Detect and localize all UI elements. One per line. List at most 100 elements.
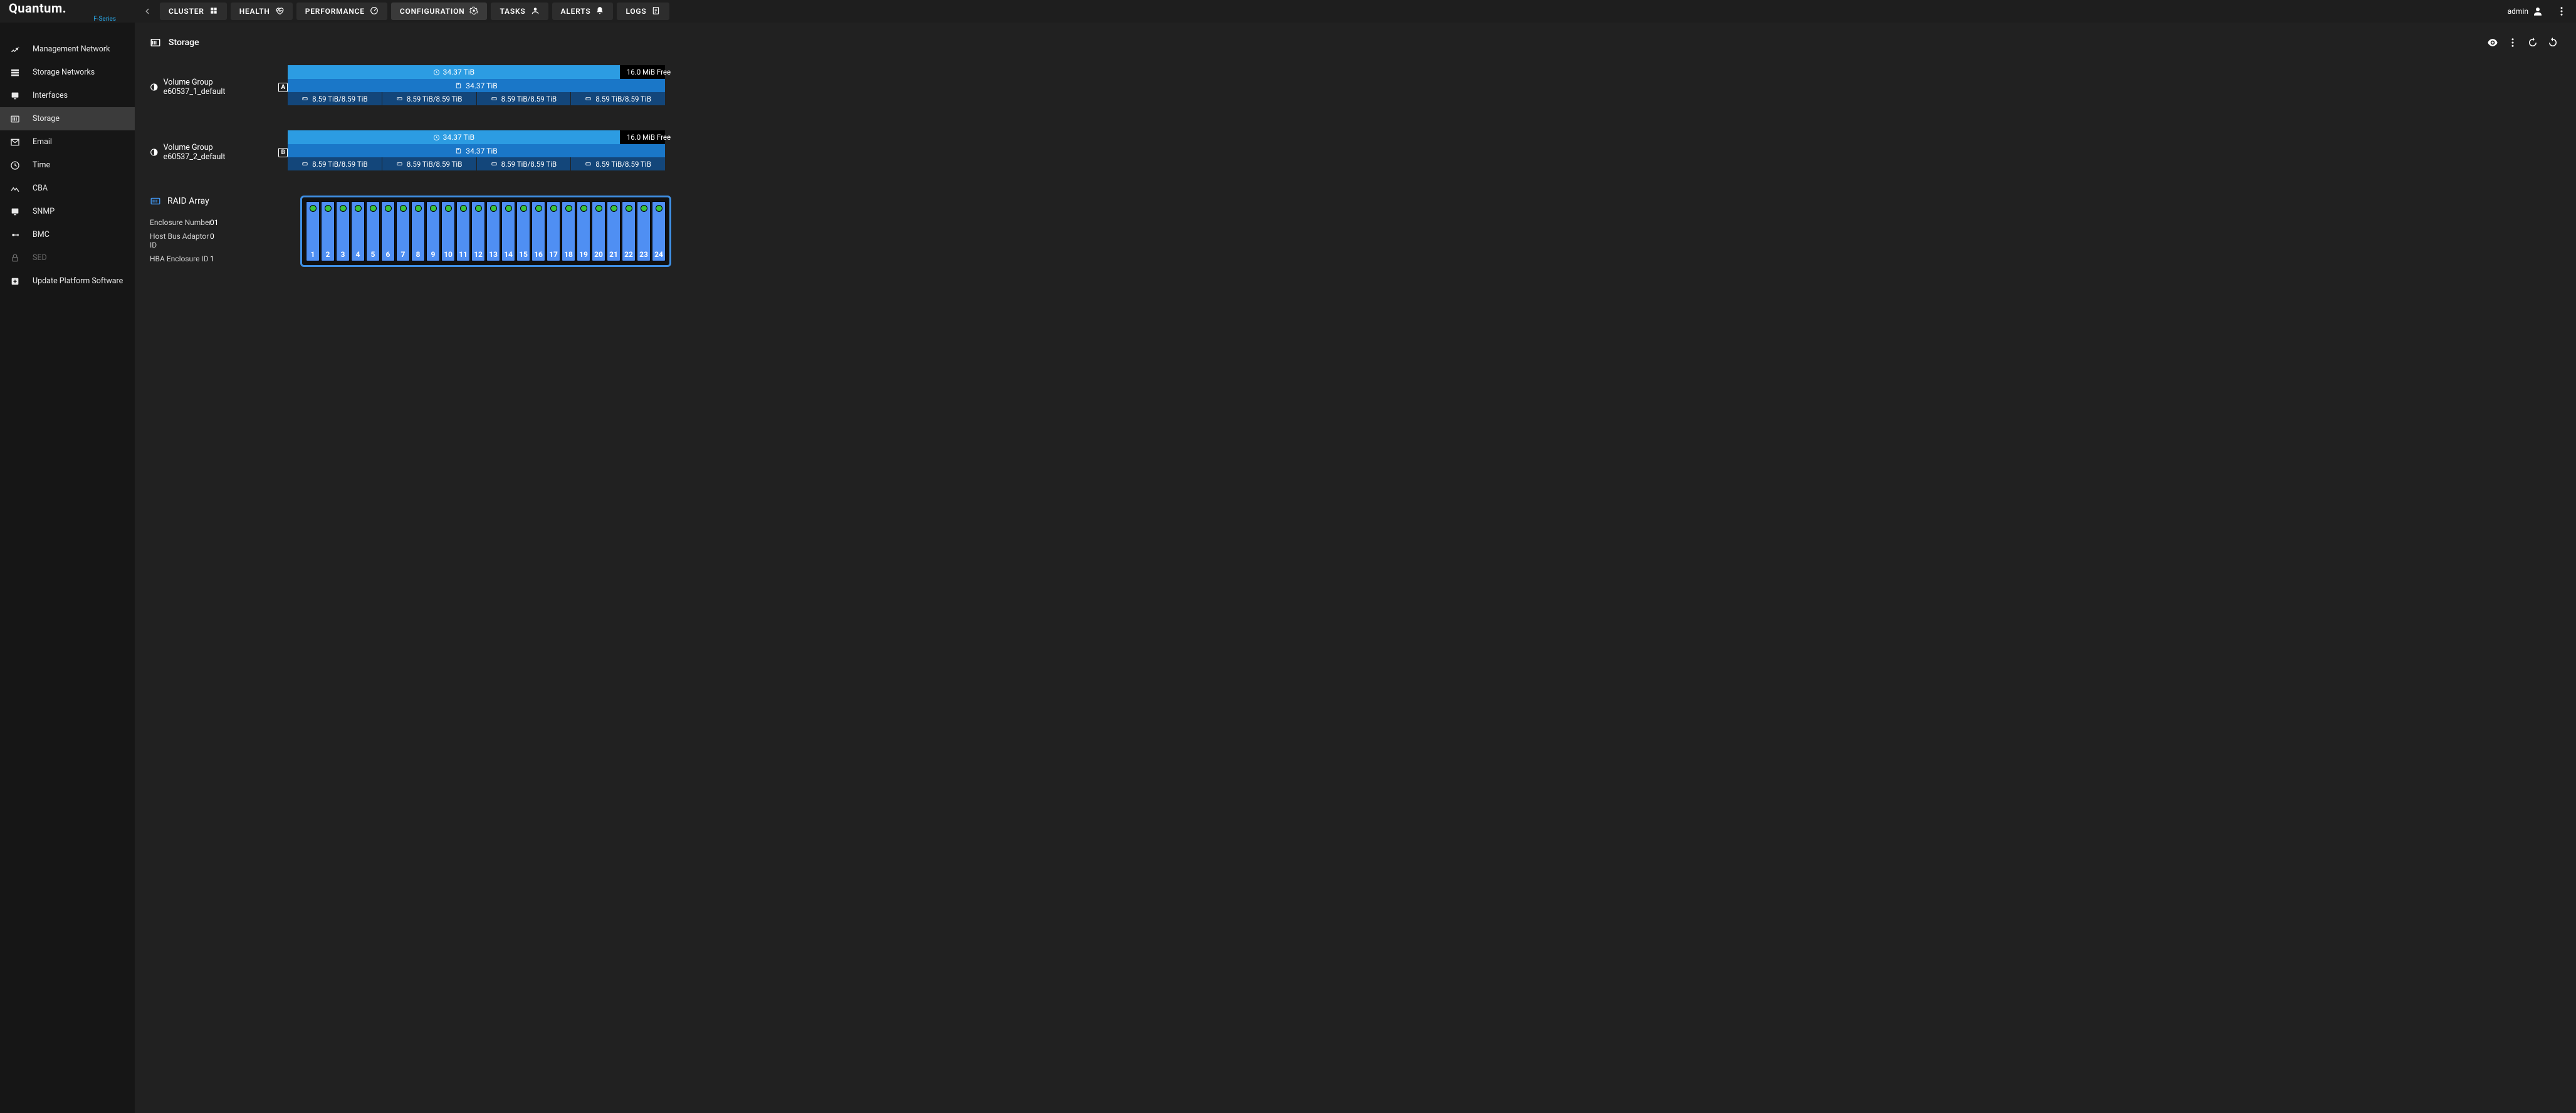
vg-sub-bar[interactable]: 34.37 TiB [288, 79, 665, 92]
drive-slot[interactable]: 15 [516, 201, 530, 261]
drive-slot[interactable]: 19 [577, 201, 590, 261]
vg-sub-bar[interactable]: 34.37 TiB [288, 144, 665, 157]
drive-number: 12 [474, 250, 483, 259]
drive-number: 11 [459, 250, 468, 259]
nav-tab-health[interactable]: HEALTH [231, 3, 293, 20]
vg-segment[interactable]: 8.59 TiB/8.59 TiB [382, 92, 477, 105]
sidebar-item-bmc[interactable]: BMC [0, 223, 135, 246]
contrast-icon [150, 148, 159, 157]
sidebar-item-label: Time [33, 160, 50, 170]
disk-icon [301, 160, 308, 167]
history-button[interactable] [2525, 34, 2541, 51]
drive-number: 7 [401, 250, 406, 259]
drive-slot[interactable]: 8 [411, 201, 425, 261]
drive-slot[interactable]: 17 [547, 201, 560, 261]
drive-slot[interactable]: 6 [381, 201, 395, 261]
vg-free-bar[interactable]: 16.0 MiB Free [620, 65, 665, 79]
drive-led-icon [430, 205, 437, 212]
drive-slot[interactable]: 2 [321, 201, 335, 261]
drive-slot[interactable]: 20 [592, 201, 605, 261]
nav-tab-label: HEALTH [239, 7, 270, 16]
vg-segment[interactable]: 8.59 TiB/8.59 TiB [288, 92, 382, 105]
brand-subtitle: F-Series [93, 16, 135, 23]
drive-slot[interactable]: 3 [336, 201, 350, 261]
nav-tab-label: CONFIGURATION [400, 7, 465, 16]
sidebar-item-snmp[interactable]: SNMP [0, 200, 135, 223]
disk-icon [491, 95, 498, 102]
nav-tab-performance[interactable]: PERFORMANCE [296, 3, 387, 20]
sidebar-item-email[interactable]: Email [0, 130, 135, 154]
drive-slot[interactable]: 23 [637, 201, 651, 261]
drive-slot[interactable]: 24 [652, 201, 666, 261]
sidebar-item-update-platform-software[interactable]: Update Platform Software [0, 269, 135, 293]
vg-free-bar[interactable]: 16.0 MiB Free [620, 130, 665, 144]
drive-number: 5 [371, 250, 375, 259]
user-menu[interactable]: admin [2504, 3, 2547, 20]
nav-tab-tasks[interactable]: TASKS [491, 3, 548, 20]
refresh-button[interactable] [2545, 34, 2561, 51]
visibility-button[interactable] [2484, 34, 2501, 51]
vg-segment[interactable]: 8.59 TiB/8.59 TiB [571, 157, 665, 170]
drive-number: 3 [341, 250, 345, 259]
topbar-more-button[interactable] [2553, 3, 2570, 20]
drive-number: 24 [654, 250, 663, 259]
page-more-button[interactable] [2505, 34, 2521, 51]
drive-number: 4 [356, 250, 360, 259]
vg-segment[interactable]: 8.59 TiB/8.59 TiB [477, 157, 572, 170]
vg-used-bar[interactable]: 34.37 TiB [288, 65, 620, 79]
vg-segment[interactable]: 8.59 TiB/8.59 TiB [288, 157, 382, 170]
sidebar-icon [9, 207, 21, 217]
drive-slot[interactable]: 7 [396, 201, 410, 261]
nav-tab-alerts[interactable]: ALERTS [552, 3, 614, 20]
more-vert-icon [2556, 6, 2567, 17]
tasks-icon [531, 6, 540, 17]
nav-tab-cluster[interactable]: CLUSTER [160, 3, 227, 20]
sidebar-item-storage[interactable]: Storage [0, 107, 135, 130]
disk-icon [396, 95, 403, 102]
sidebar-item-label: Storage [33, 114, 60, 123]
drive-slot[interactable]: 11 [456, 201, 470, 261]
drive-number: 23 [639, 250, 648, 259]
drive-slot[interactable]: 16 [531, 201, 545, 261]
drive-led-icon [580, 205, 587, 212]
drive-slot[interactable]: 1 [306, 201, 320, 261]
clock-icon [433, 134, 440, 141]
sidebar-item-storage-networks[interactable]: Storage Networks [0, 61, 135, 84]
vg-segments: 8.59 TiB/8.59 TiB8.59 TiB/8.59 TiB8.59 T… [288, 92, 665, 105]
drive-number: 1 [311, 250, 315, 259]
drive-slot[interactable]: 21 [607, 201, 620, 261]
drive-number: 17 [549, 250, 558, 259]
drive-slot[interactable]: 22 [622, 201, 636, 261]
drive-slot[interactable]: 13 [486, 201, 500, 261]
raid-icon [150, 196, 161, 207]
sidebar-item-interfaces[interactable]: Interfaces [0, 84, 135, 107]
drive-number: 10 [444, 250, 453, 259]
drive-slot[interactable]: 14 [501, 201, 515, 261]
nav-tab-configuration[interactable]: CONFIGURATION [391, 3, 488, 20]
drive-led-icon [445, 205, 452, 212]
drive-slot[interactable]: 10 [441, 201, 455, 261]
drive-slot[interactable]: 5 [366, 201, 380, 261]
drive-slot[interactable]: 12 [471, 201, 485, 261]
drive-slot[interactable]: 18 [562, 201, 575, 261]
sidebar-item-cba[interactable]: CBA [0, 177, 135, 200]
vg-segment[interactable]: 8.59 TiB/8.59 TiB [382, 157, 477, 170]
sidebar-item-label: Storage Networks [33, 68, 95, 77]
clock-icon [433, 69, 440, 76]
drive-led-icon [641, 205, 647, 212]
drive-slot[interactable]: 9 [426, 201, 440, 261]
back-button[interactable] [139, 3, 156, 20]
drive-led-icon [370, 205, 377, 212]
sidebar-item-management-network[interactable]: Management Network [0, 38, 135, 61]
drive-slot[interactable]: 4 [351, 201, 365, 261]
nav-tab-logs[interactable]: LOGS [617, 3, 669, 20]
vg-label: Volume Group e60537_2_defaultB [150, 130, 288, 162]
vg-used-bar[interactable]: 34.37 TiB [288, 130, 620, 144]
sidebar-item-time[interactable]: Time [0, 154, 135, 177]
top-bar: Quantum. F-Series CLUSTERHEALTHPERFORMAN… [0, 0, 2576, 23]
vg-segment[interactable]: 8.59 TiB/8.59 TiB [477, 92, 572, 105]
drive-number: 9 [431, 250, 436, 259]
nav-tab-label: LOGS [626, 7, 646, 16]
vg-segment[interactable]: 8.59 TiB/8.59 TiB [571, 92, 665, 105]
drive-number: 14 [504, 250, 513, 259]
